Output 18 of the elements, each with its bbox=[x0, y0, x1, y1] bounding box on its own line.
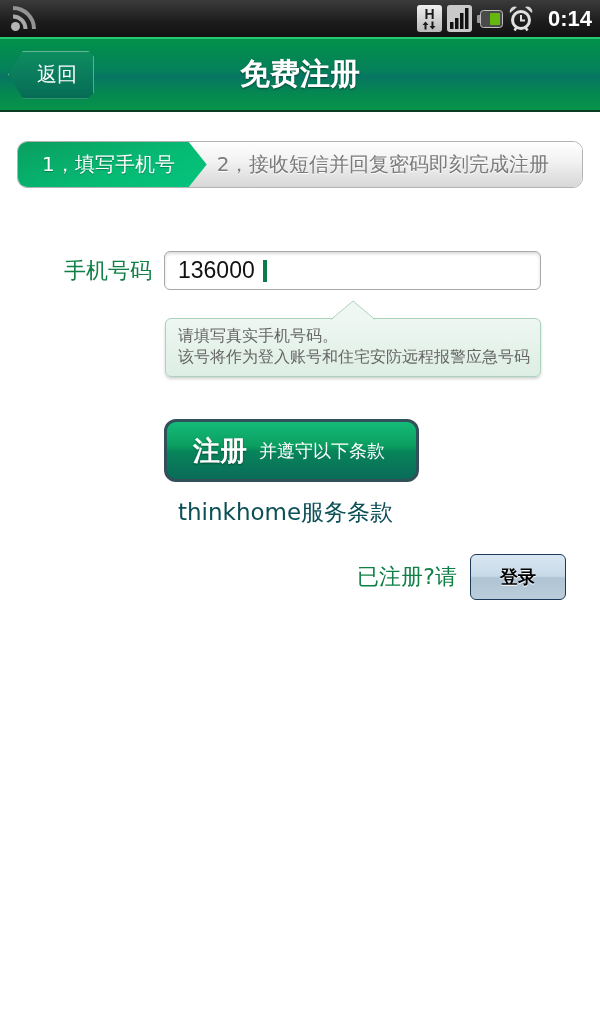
wizard-step: 2，接收短信并回复密码即刻完成注册 bbox=[188, 142, 582, 187]
hint-text: 请填写真实手机号码。 bbox=[178, 326, 338, 347]
hint-text: 该号将作为登入账号和住宅安防远程报警应急号码 bbox=[178, 347, 530, 368]
phone-number-input[interactable]: 136000 bbox=[164, 251, 541, 290]
clock-time: 0:14 bbox=[547, 5, 592, 32]
wizard-step: 1，填写手机号 bbox=[18, 142, 207, 187]
page-title: 免费注册 bbox=[240, 55, 360, 93]
login-prompt-text: 已注册?请 bbox=[357, 563, 457, 591]
back-button[interactable]: 返回 bbox=[8, 50, 94, 99]
login-button[interactable]: 登录 bbox=[470, 554, 566, 600]
battery-icon bbox=[476, 9, 503, 28]
signal-icon bbox=[446, 5, 472, 32]
network-type-indicator: H bbox=[416, 5, 442, 32]
rss-icon bbox=[10, 5, 37, 32]
phone-number-label: 手机号码 bbox=[64, 256, 152, 285]
register-button[interactable]: 注册 并遵守以下条款 bbox=[164, 419, 419, 482]
terms-link[interactable]: thinkhome服务条款 bbox=[178, 498, 394, 526]
alarm-clock-icon bbox=[508, 5, 533, 32]
